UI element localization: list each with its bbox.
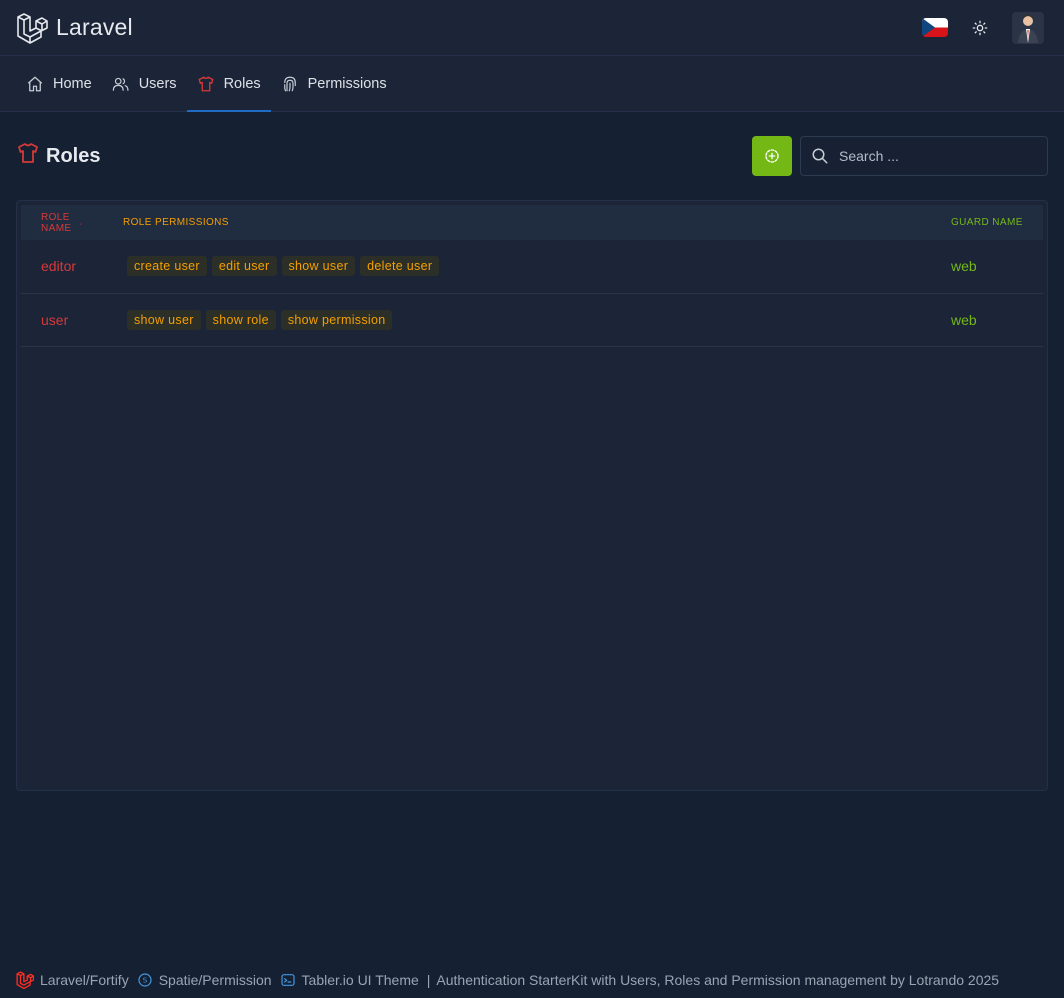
roles-table-card: Role name ˙ Role permissions Guard name e… — [16, 200, 1048, 791]
nav-item-roles[interactable]: Roles — [186, 56, 271, 112]
sun-icon[interactable] — [968, 16, 992, 40]
add-role-button[interactable] — [752, 136, 792, 176]
column-role-permissions: Role permissions — [123, 217, 229, 228]
top-header: Laravel — [0, 0, 1064, 56]
page-title: Roles — [46, 144, 101, 167]
nav-label-users: Users — [138, 75, 177, 92]
brand-name: Laravel — [56, 14, 133, 40]
table-row[interactable]: user show user show role show permission w… — [21, 293, 1043, 346]
footer-fortify-label: Laravel/Fortify — [40, 972, 129, 988]
permission-badge: create user — [127, 256, 207, 277]
terminal-icon — [280, 974, 295, 986]
permission-badge: delete user — [360, 256, 440, 277]
footer-spatie-label: Spatie/Permission — [158, 972, 272, 988]
role-name-cell[interactable]: user — [21, 293, 123, 346]
table-header-row: Role name ˙ Role permissions Guard name — [21, 205, 1043, 240]
svg-text:S: S — [142, 976, 147, 985]
brand-logo[interactable]: Laravel — [16, 12, 133, 44]
footer-tabler-label: Tabler.io UI Theme — [301, 972, 419, 988]
user-avatar[interactable] — [1012, 11, 1044, 44]
role-permissions-cell: create user edit user show user delete user — [123, 240, 931, 293]
roles-table: Role name ˙ Role permissions Guard name e… — [21, 205, 1043, 347]
spatie-icon: S — [138, 973, 152, 987]
cz-flag-icon[interactable] — [922, 18, 948, 37]
search-icon — [812, 148, 828, 164]
permission-badge: show user — [281, 256, 356, 277]
nav-item-permissions[interactable]: Permissions — [271, 56, 397, 111]
footer-spatie-link[interactable]: S Spatie/Permission — [137, 972, 272, 988]
role-name-cell[interactable]: editor — [21, 240, 123, 293]
permission-badge: show role — [205, 309, 276, 330]
shirt-icon — [16, 141, 40, 171]
sort-asc-icon: ˙ — [79, 222, 84, 234]
column-role-name[interactable]: Role name ˙ — [21, 205, 123, 240]
permission-badge: show user — [127, 309, 201, 330]
page-header: Roles — [16, 136, 1048, 176]
shirt-icon — [197, 75, 215, 93]
users-icon — [112, 75, 130, 93]
footer-tabler-link[interactable]: Tabler.io UI Theme — [280, 972, 419, 988]
page-footer: Laravel/Fortify S Spatie/Permission Tabl… — [16, 968, 1056, 992]
role-permissions-cell: show user show role show permission — [123, 293, 931, 346]
nav-label-home: Home — [53, 75, 92, 92]
guard-name-cell: web — [951, 311, 977, 328]
guard-name-cell: web — [951, 258, 977, 275]
permission-badge: edit user — [211, 256, 277, 277]
nav-label-permissions: Permissions — [307, 75, 387, 92]
column-role-name-label: Role name — [41, 211, 72, 234]
footer-separator: | — [426, 972, 431, 988]
nav-item-users[interactable]: Users — [102, 56, 187, 111]
footer-credit: Authentication StarterKit with Users, Ro… — [436, 972, 1000, 988]
nav-item-home[interactable]: Home — [16, 56, 102, 111]
column-guard-name: Guard name — [951, 217, 1023, 228]
search-input[interactable] — [839, 148, 1029, 164]
main-nav: Home Users Roles Permissions — [0, 56, 1064, 112]
search-box — [800, 136, 1048, 176]
permission-badge: show permission — [280, 309, 393, 330]
nav-label-roles: Roles — [223, 75, 261, 92]
circle-plus-icon — [765, 149, 779, 163]
fingerprint-icon — [281, 75, 299, 93]
laravel-icon — [16, 971, 34, 989]
home-icon — [26, 75, 44, 93]
footer-fortify-link[interactable]: Laravel/Fortify — [16, 971, 129, 989]
laravel-logo-icon — [17, 12, 48, 44]
table-row[interactable]: editor create user edit user show user dele… — [21, 240, 1043, 293]
